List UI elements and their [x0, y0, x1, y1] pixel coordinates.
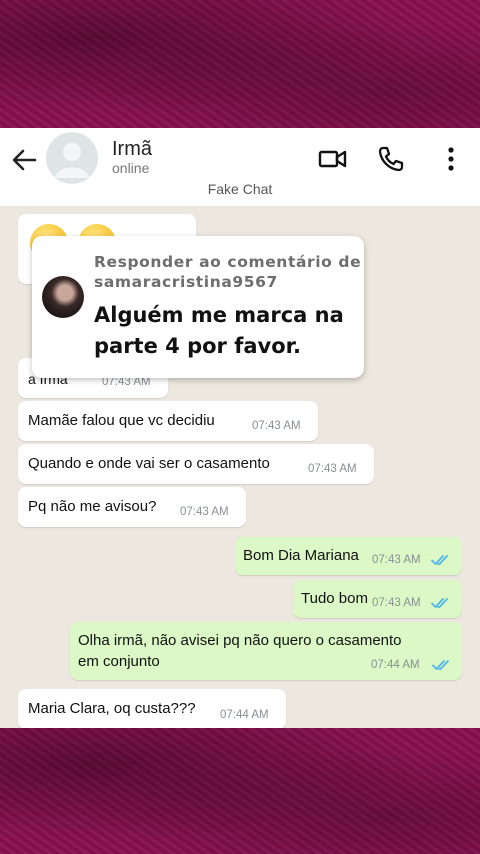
comment-reply-label: Responder ao comentário de — [94, 253, 362, 271]
more-vertical-icon[interactable] — [436, 144, 466, 174]
message-incoming[interactable]: Pq não me avisou? 07:43 AM — [18, 487, 246, 527]
message-incoming[interactable]: Maria Clara, oq custa??? 07:44 AM — [18, 689, 286, 728]
message-text: Tudo bom — [301, 590, 368, 607]
message-text: Quando e onde vai ser o casamento — [28, 455, 270, 472]
comment-reply-header: Responder ao comentário de samaracristin… — [94, 252, 361, 292]
message-time: 07:43 AM — [372, 554, 421, 566]
video-call-icon[interactable] — [318, 144, 348, 174]
message-outgoing[interactable]: Tudo bom 07:43 AM — [293, 580, 462, 618]
comment-text: Alguém me marca na parte 4 por favor. — [94, 303, 344, 358]
message-time: 07:43 AM — [308, 463, 357, 475]
message-time: 07:43 AM — [180, 506, 229, 518]
message-outgoing[interactable]: Bom Dia Mariana 07:43 AM — [235, 537, 462, 575]
contact-avatar[interactable] — [46, 132, 98, 184]
message-text: Mamãe falou que vc decidiu — [28, 412, 215, 429]
chat-screen: Irmã online Fake Chat a Irmã 07:43 AM Re… — [0, 128, 480, 728]
message-text: Maria Clara, oq custa??? — [28, 700, 196, 717]
message-text: Bom Dia Mariana — [243, 547, 359, 564]
comment-username: samaracristina9567 — [94, 273, 278, 291]
message-time: 07:43 AM — [252, 420, 301, 432]
comment-reply-overlay: Responder ao comentário de samaracristin… — [32, 236, 364, 378]
message-time: 07:44 AM — [220, 709, 269, 721]
contact-name[interactable]: Irmã — [112, 138, 152, 161]
read-ticks-icon — [432, 660, 449, 670]
commenter-avatar — [42, 276, 84, 318]
message-text: Pq não me avisou? — [28, 498, 157, 515]
message-time: 07:44 AM — [371, 659, 420, 671]
message-text-line2: em conjunto — [78, 653, 160, 670]
chat-header: Irmã online Fake Chat — [0, 128, 480, 206]
contact-status: online — [112, 160, 150, 176]
phone-icon[interactable] — [376, 144, 406, 174]
read-ticks-icon — [431, 598, 448, 608]
decorative-background-bottom — [0, 728, 480, 854]
message-time: 07:43 AM — [372, 597, 421, 609]
message-text-line1: Olha irmã, não avisei pq não quero o cas… — [78, 632, 402, 649]
back-arrow-icon[interactable] — [10, 146, 38, 174]
decorative-background-top — [0, 0, 480, 128]
fake-chat-label: Fake Chat — [207, 181, 273, 197]
message-outgoing[interactable]: Olha irmã, não avisei pq não quero o cas… — [70, 622, 462, 680]
read-ticks-icon — [431, 555, 448, 565]
message-incoming[interactable]: Quando e onde vai ser o casamento 07:43 … — [18, 444, 374, 484]
default-avatar-icon — [55, 143, 89, 178]
message-incoming[interactable]: Mamãe falou que vc decidiu 07:43 AM — [18, 401, 318, 441]
